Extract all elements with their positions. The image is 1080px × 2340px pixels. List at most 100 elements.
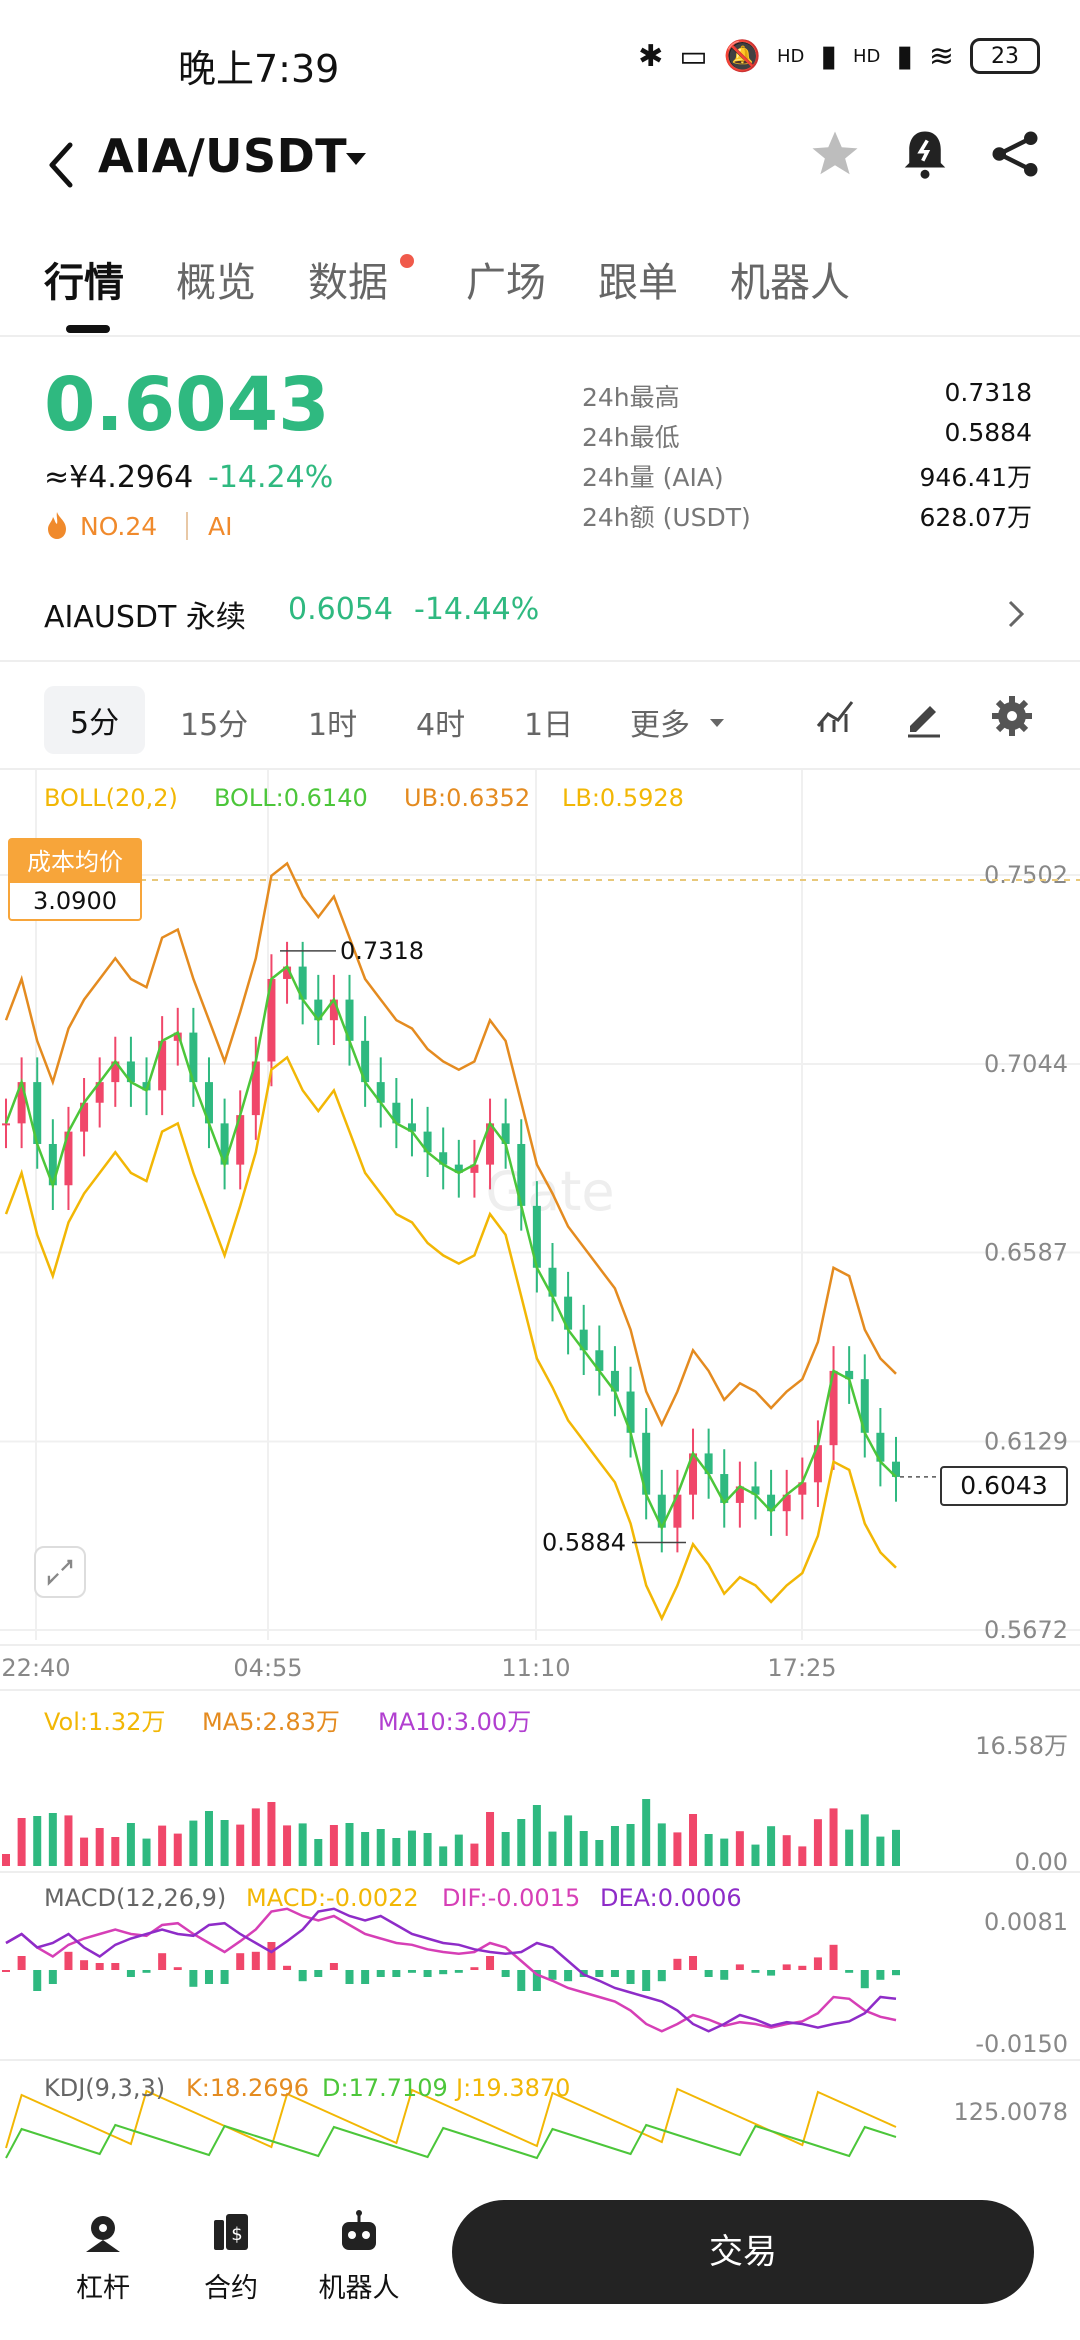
bluetooth-icon: ✱	[638, 38, 664, 74]
volume-bar	[423, 1833, 432, 1866]
tab-square[interactable]: 广场	[466, 250, 546, 308]
volume-bar	[126, 1823, 135, 1866]
kline-chart[interactable]: 0.7502 0.7044 0.6587 0.6129 0.5672 22:40 04:55…	[0, 770, 1080, 2170]
volume-bar	[751, 1844, 760, 1866]
macd-histogram-bar	[813, 1957, 822, 1970]
tab-overview[interactable]: 概览	[176, 250, 256, 308]
interval-more[interactable]: 更多	[630, 700, 690, 744]
macd-histogram-bar	[610, 1970, 619, 1977]
caret-down-icon[interactable]	[344, 147, 368, 171]
macd-histogram-bar	[158, 1953, 167, 1970]
chevron-right-icon[interactable]	[1004, 596, 1028, 632]
sector-tag[interactable]: AI	[208, 512, 232, 541]
last-price: 0.6043	[44, 362, 330, 448]
cost-average-tag[interactable]: 成本均价 3.0900	[8, 838, 142, 921]
tab-bots[interactable]: 机器人	[730, 250, 850, 308]
volume-bar	[64, 1815, 73, 1866]
vol-label: Vol:1.32万	[44, 1708, 166, 1736]
volume-bar	[517, 1819, 526, 1866]
macd-histogram-bar	[33, 1970, 42, 1991]
vol-axis-min: 0.00	[1014, 1848, 1068, 1876]
draw-pencil-icon[interactable]	[900, 692, 948, 740]
macd-histogram-bar	[657, 1970, 666, 1982]
pair-title[interactable]: AIA/USDT	[98, 129, 347, 183]
volume-bar	[111, 1837, 120, 1866]
volume-bar	[142, 1838, 151, 1866]
battery-icon: 23	[970, 38, 1040, 74]
vol-axis-max: 16.58万	[975, 1732, 1068, 1760]
last-price-marker: 0.6043	[940, 1466, 1068, 1506]
fire-icon	[48, 512, 66, 539]
interval-1h[interactable]: 1时	[308, 700, 357, 744]
boll-middle-band	[4, 964, 897, 1531]
volume-bar	[407, 1830, 416, 1866]
kline-chart-svg[interactable]: 0.7502 0.7044 0.6587 0.6129 0.5672 22:40 04:55…	[0, 770, 1080, 2170]
back-arrow-icon[interactable]	[42, 135, 82, 195]
nav-futures-label: 合约	[204, 2273, 258, 2304]
tab-data[interactable]: 数据	[308, 250, 388, 308]
nav-margin[interactable]: 杠杆	[48, 2208, 158, 2305]
high-marker-label: 0.7318	[340, 937, 424, 965]
macd-histogram-bar	[298, 1970, 307, 1982]
nav-margin-label: 杠杆	[76, 2273, 130, 2304]
network-hd-1: HD	[777, 45, 805, 67]
interval-4h[interactable]: 4时	[416, 700, 465, 744]
macd-histogram-bar	[392, 1970, 401, 1977]
kdj-d-label: D:17.7109	[322, 2074, 448, 2102]
indicator-icon[interactable]	[812, 692, 860, 740]
tab-market[interactable]: 行情	[44, 250, 124, 308]
volume-bar	[470, 1843, 479, 1866]
tab-copy-trading[interactable]: 跟单	[598, 250, 678, 308]
perpetual-name: AIAUSDT 永续	[44, 600, 246, 635]
nav-bots[interactable]: 机器人	[304, 2208, 414, 2305]
price-axis-tick: 0.6129	[984, 1427, 1068, 1455]
futures-contract-icon: $	[214, 2214, 248, 2250]
fullscreen-expand-icon[interactable]	[34, 1546, 86, 1598]
macd-histogram-bar	[283, 1965, 292, 1970]
volume-bar	[251, 1808, 260, 1866]
macd-histogram-bar	[501, 1970, 510, 1977]
macd-histogram-bar	[595, 1970, 604, 1977]
signal-icon: ▮	[820, 38, 837, 74]
tab-active-underline	[66, 325, 110, 333]
settings-gear-icon[interactable]	[988, 692, 1036, 740]
volume-bar	[673, 1832, 682, 1866]
perpetual-row[interactable]: AIAUSDT 永续 0.6054 -14.44%	[44, 592, 539, 636]
volume-bar	[283, 1825, 292, 1866]
nav-futures[interactable]: $ 合约	[176, 2208, 286, 2305]
macd-histogram-bar	[564, 1970, 573, 1982]
boll-name-label: BOLL(20,2)	[44, 784, 178, 812]
macd-histogram-bar	[720, 1970, 729, 1980]
perpetual-change: -14.44%	[414, 592, 540, 627]
interval-15m[interactable]: 15分	[180, 700, 248, 744]
wifi-icon: ≋	[928, 38, 954, 74]
macd-dif-line	[5, 1907, 897, 2033]
macd-histogram-bar	[267, 1942, 276, 1970]
volume-bar	[236, 1824, 245, 1866]
more-caret-down-icon[interactable]	[708, 716, 726, 730]
macd-axis-max: 0.0081	[984, 1908, 1068, 1936]
volume-bar	[579, 1831, 588, 1866]
macd-histogram-bar	[735, 1964, 744, 1970]
stat-value-turnover: 628.07万	[919, 503, 1032, 532]
nav-bots-label: 机器人	[318, 2273, 400, 2304]
macd-histogram-bar	[439, 1970, 448, 1975]
macd-histogram-bar	[48, 1970, 57, 1984]
share-icon[interactable]	[988, 127, 1042, 181]
price-change: -14.24%	[208, 460, 334, 495]
macd-histogram-bar	[782, 1964, 791, 1970]
macd-histogram-bar	[798, 1965, 807, 1970]
interval-5m[interactable]: 5分	[44, 686, 146, 754]
volume-bar	[329, 1825, 338, 1866]
trade-button[interactable]: 交易	[452, 2200, 1034, 2304]
macd-histogram-bar	[361, 1970, 370, 1984]
macd-histogram-bar	[17, 1956, 26, 1970]
interval-1d[interactable]: 1日	[524, 700, 573, 744]
volume-bar	[439, 1846, 448, 1866]
rank-badge[interactable]: NO.24	[80, 512, 157, 541]
volume-bar	[298, 1823, 307, 1866]
macd-histogram-bar	[220, 1970, 229, 1984]
price-alert-bell-icon[interactable]	[898, 127, 952, 181]
star-icon[interactable]	[808, 127, 862, 181]
macd-histogram-bar	[329, 1963, 338, 1970]
